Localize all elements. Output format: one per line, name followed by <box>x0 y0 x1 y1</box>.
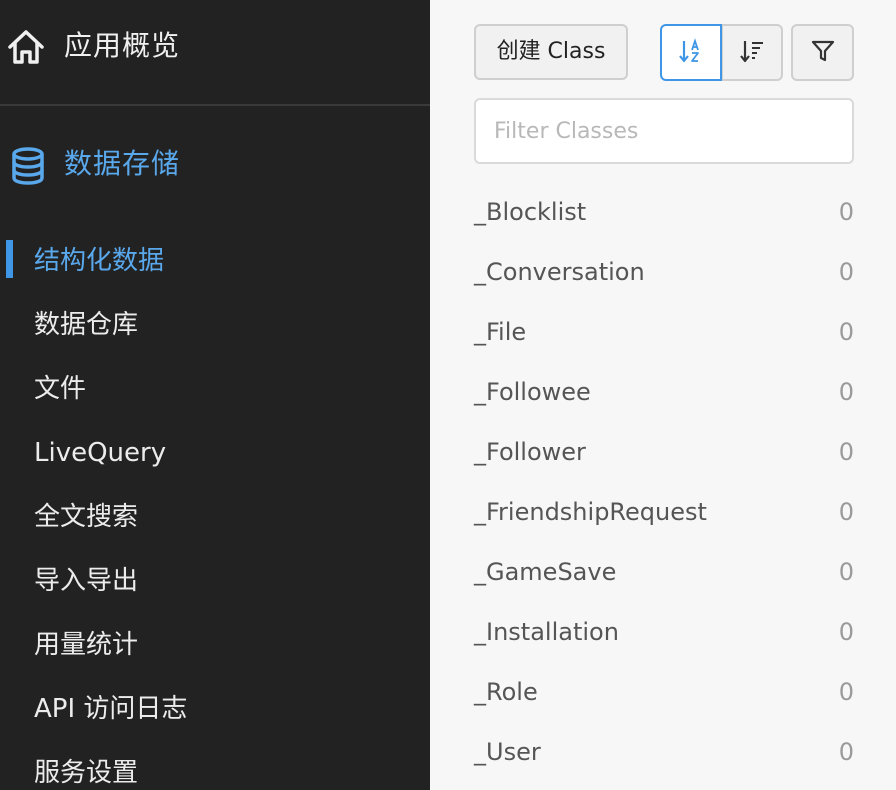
class-panel: 创建 Class Filter Classes _Blocklist 0 _Co… <box>430 0 896 790</box>
filter-funnel-icon <box>810 38 836 68</box>
list-item[interactable]: _User 0 <box>474 722 854 782</box>
database-icon <box>10 146 46 186</box>
list-item[interactable]: _File 0 <box>474 302 854 362</box>
sort-alphabetical-button[interactable] <box>660 24 722 81</box>
sidebar-item-full-text-search[interactable]: 全文搜索 <box>0 492 430 542</box>
sort-desc-icon <box>739 38 765 68</box>
class-count: 0 <box>838 318 854 346</box>
sidebar-item-label: 导入导出 <box>34 566 139 596</box>
list-item[interactable]: _FriendshipRequest 0 <box>474 482 854 542</box>
sidebar-item-label: 服务设置 <box>34 758 139 788</box>
list-item[interactable]: _Follower 0 <box>474 422 854 482</box>
class-count: 0 <box>838 558 854 586</box>
sort-alpha-icon <box>678 37 704 68</box>
class-name: _Blocklist <box>474 198 587 226</box>
create-class-button[interactable]: 创建 Class <box>474 24 628 80</box>
sidebar-item-usage-stats[interactable]: 用量统计 <box>0 620 430 670</box>
sidebar-item-label: 用量统计 <box>34 630 139 660</box>
class-list: _Blocklist 0 _Conversation 0 _File 0 _Fo… <box>474 182 854 782</box>
sort-by-count-button[interactable] <box>721 24 783 81</box>
sidebar-app-overview[interactable]: 应用概览 <box>0 0 430 106</box>
class-count: 0 <box>838 498 854 526</box>
list-item[interactable]: _GameSave 0 <box>474 542 854 602</box>
sidebar-item-label: 文件 <box>34 374 87 404</box>
class-count: 0 <box>838 618 854 646</box>
filter-classes-input[interactable] <box>474 98 854 164</box>
list-item[interactable]: _Conversation 0 <box>474 242 854 302</box>
class-count: 0 <box>838 438 854 466</box>
sidebar-item-livequery[interactable]: LiveQuery <box>0 428 430 478</box>
list-item[interactable]: _Installation 0 <box>474 602 854 662</box>
class-name: _GameSave <box>474 558 617 586</box>
class-name: _User <box>474 738 541 766</box>
class-name: _Follower <box>474 438 586 466</box>
class-count: 0 <box>838 738 854 766</box>
sidebar-data-storage-section[interactable]: 数据存储 <box>0 140 430 196</box>
sidebar-item-data-warehouse[interactable]: 数据仓库 <box>0 300 430 350</box>
sidebar-item-import-export[interactable]: 导入导出 <box>0 556 430 606</box>
sidebar-item-files[interactable]: 文件 <box>0 364 430 414</box>
class-name: _Installation <box>474 618 619 646</box>
class-name: _Followee <box>474 378 591 406</box>
list-item[interactable]: _Followee 0 <box>474 362 854 422</box>
sidebar-item-label: 数据仓库 <box>34 310 139 340</box>
class-count: 0 <box>838 198 854 226</box>
sidebar-app-overview-label: 应用概览 <box>64 29 181 62</box>
sidebar-item-label: 结构化数据 <box>34 246 165 276</box>
home-icon <box>6 28 46 66</box>
list-item[interactable]: _Role 0 <box>474 662 854 722</box>
class-count: 0 <box>838 258 854 286</box>
sort-button-group <box>660 24 784 81</box>
sidebar: 应用概览 数据存储 结构化数据 数据仓库 文件 LiveQuery 全文搜索 导… <box>0 0 430 790</box>
sidebar-item-structured-data[interactable]: 结构化数据 <box>0 236 430 286</box>
class-name: _FriendshipRequest <box>474 498 707 526</box>
list-item[interactable]: _Blocklist 0 <box>474 182 854 242</box>
class-count: 0 <box>838 378 854 406</box>
sidebar-item-label: API 访问日志 <box>34 694 188 724</box>
sidebar-item-label: LiveQuery <box>34 438 167 468</box>
class-count: 0 <box>838 678 854 706</box>
sidebar-item-label: 全文搜索 <box>34 502 139 532</box>
filter-button[interactable] <box>791 24 854 81</box>
active-indicator <box>6 240 13 278</box>
sidebar-item-service-settings[interactable]: 服务设置 <box>0 748 430 790</box>
sidebar-item-api-access-log[interactable]: API 访问日志 <box>0 684 430 734</box>
sidebar-data-storage-label: 数据存储 <box>64 147 181 180</box>
class-name: _Role <box>474 678 538 706</box>
class-name: _File <box>474 318 527 346</box>
class-name: _Conversation <box>474 258 645 286</box>
